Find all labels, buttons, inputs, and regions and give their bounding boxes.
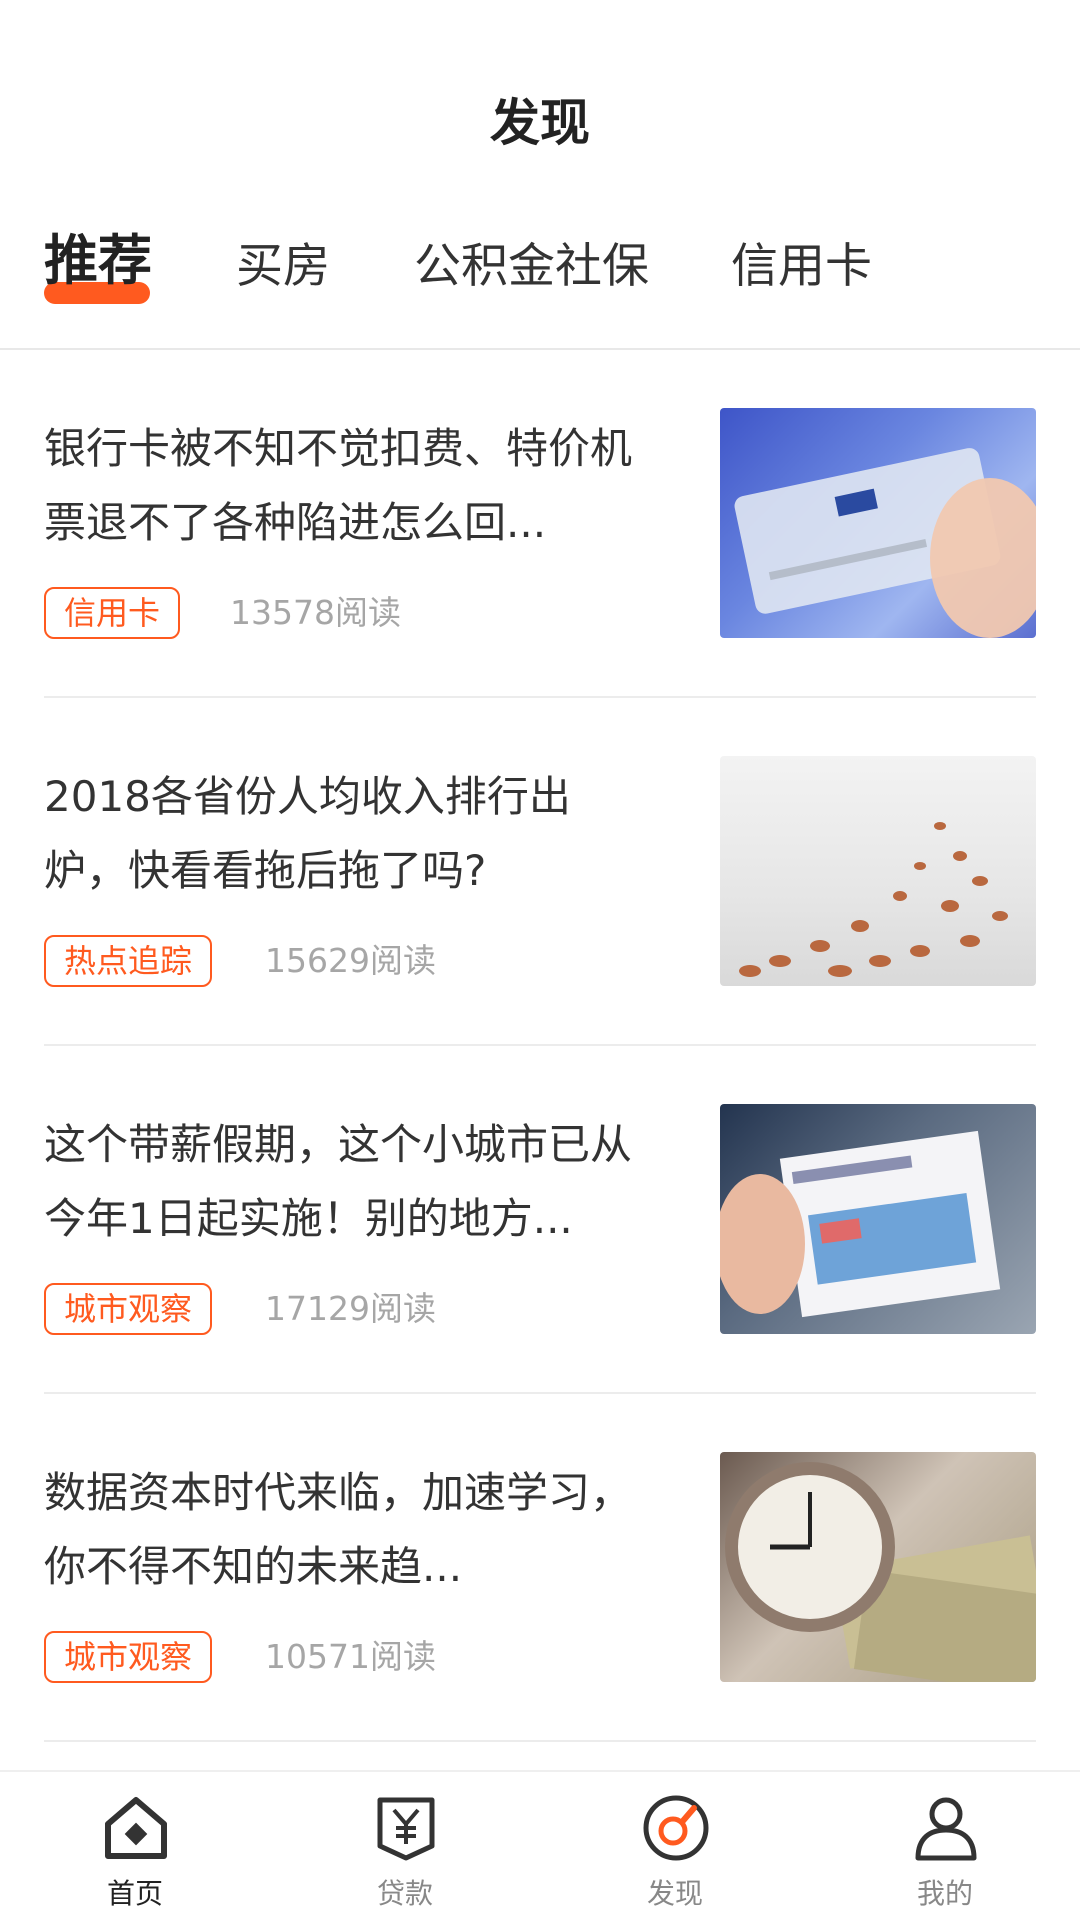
article-title: 银行卡被不知不觉扣费、特价机票退不了各种陷进怎么回... [44,424,633,547]
tab-credit-card[interactable]: 信用卡 [731,232,872,302]
article-title: 2018各省份人均收入排行出炉，快看看拖后拖了吗? [44,772,571,895]
nav-home[interactable]: 首页 [0,1772,270,1920]
nav-label: 首页 [106,1877,163,1910]
read-count: 13578阅读 [230,593,401,632]
nav-profile[interactable]: 我的 [810,1772,1080,1920]
page-title: 发现 [490,94,590,152]
read-count: 17129阅读 [265,1289,436,1328]
tab-label: 信用卡 [731,239,872,294]
boarding-pass-image [720,1104,1036,1334]
article-tag: 热点追踪 [44,935,213,987]
read-count: 10571阅读 [265,1637,436,1676]
category-tabs: 推荐 买房 公积金社保 信用卡 [0,229,1080,312]
article-tag: 城市观察 [44,1631,213,1683]
nav-label: 贷款 [376,1877,433,1910]
tab-label: 推荐 [44,229,152,292]
discover-screen: 发现 推荐 买房 公积金社保 信用卡 银行卡被不知不觉扣费、特价机票退不了各种陷… [0,0,1080,1920]
credit-card-image [720,408,1036,638]
article-item[interactable]: 这个带薪假期，这个小城市已从今年1日起实施！别的地方... 城市观察 17129… [0,1046,1080,1394]
discover-icon [640,1792,712,1864]
article-list: 银行卡被不知不觉扣费、特价机票退不了各种陷进怎么回... 信用卡 13578阅读… [0,350,1080,1742]
home-icon [100,1792,172,1864]
article-item[interactable]: 银行卡被不知不觉扣费、特价机票退不了各种陷进怎么回... 信用卡 13578阅读 [0,350,1080,698]
nav-loan[interactable]: 贷款 [270,1772,540,1920]
coins-image [720,756,1036,986]
article-title: 数据资本时代来临，加速学习，你不得不知的未来趋... [44,1468,633,1591]
tab-label: 买房 [236,239,330,294]
clock-money-image [720,1452,1036,1682]
article-title: 这个带薪假期，这个小城市已从今年1日起实施！别的地方... [44,1120,633,1243]
profile-icon [910,1792,982,1864]
article-tag: 城市观察 [44,1283,213,1335]
loan-icon [370,1792,442,1864]
nav-label: 发现 [646,1877,703,1910]
tab-label: 公积金社保 [414,239,649,294]
tab-housing-fund-social-security[interactable]: 公积金社保 [414,232,649,302]
nav-discover[interactable]: 发现 [540,1772,810,1920]
read-count: 15629阅读 [265,941,436,980]
nav-label: 我的 [916,1877,973,1910]
tab-buy-house[interactable]: 买房 [236,232,330,302]
bottom-navigation: 首页 贷款 发现 我的 [0,1770,1080,1920]
list-divider [44,1740,1036,1742]
article-item[interactable]: 2018各省份人均收入排行出炉，快看看拖后拖了吗? 热点追踪 15629阅读 [0,698,1080,1046]
article-item[interactable]: 数据资本时代来临，加速学习，你不得不知的未来趋... 城市观察 10571阅读 [0,1394,1080,1742]
article-tag: 信用卡 [44,587,181,639]
tab-recommend[interactable]: 推荐 [44,226,152,304]
